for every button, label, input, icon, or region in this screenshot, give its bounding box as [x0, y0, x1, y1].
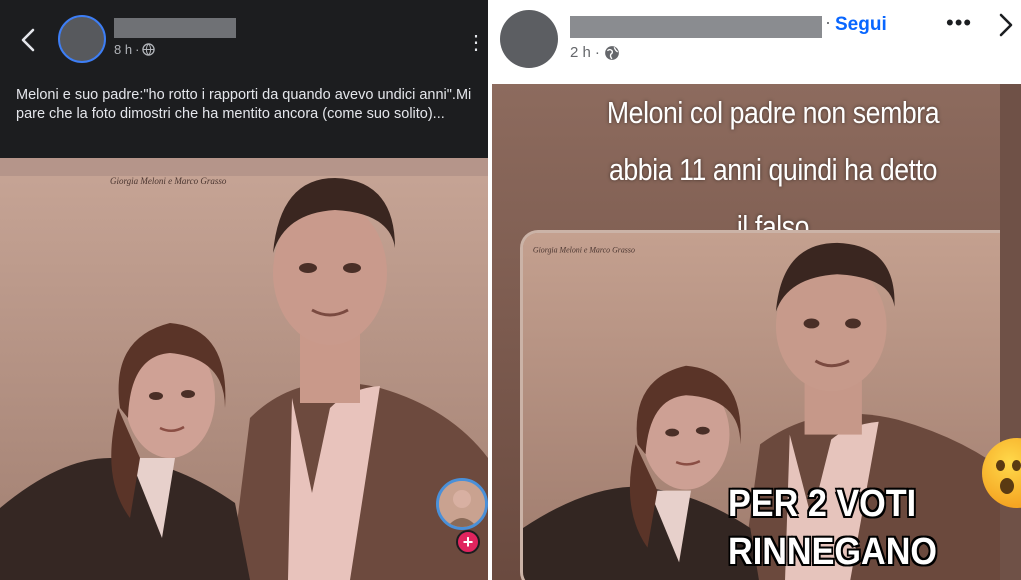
chevron-left-icon [21, 28, 35, 52]
add-reel-button[interactable]: + [456, 530, 480, 554]
meme-banner-text: PER 2 VOTI RINNEGANO [728, 480, 998, 576]
author-avatar[interactable] [58, 15, 106, 63]
back-button[interactable] [14, 24, 42, 56]
banner-line: PER 2 VOTI [728, 483, 917, 525]
left-post-header: 8 h · ⋮ [0, 0, 488, 80]
close-button[interactable] [998, 12, 1020, 40]
post-photo[interactable]: Giorgia Meloni e Marco Grasso [0, 158, 488, 580]
post-time: 8 h [114, 42, 133, 57]
separator-dot: · [825, 12, 831, 32]
overlay-line: abbia 11 anni quindi ha detto [609, 152, 937, 187]
more-options-icon[interactable]: ••• [946, 10, 972, 36]
more-options-icon[interactable]: ⋮ [466, 30, 487, 55]
photo-caption: Giorgia Meloni e Marco Grasso [533, 246, 635, 255]
right-post-panel: · Segui 2 h · ••• Meloni col padre non s… [492, 0, 1021, 580]
follow-button[interactable]: Segui [835, 14, 887, 36]
overlay-line: Meloni col padre non sembra [606, 95, 940, 130]
author-name-redacted [570, 16, 822, 38]
banner-line: RINNEGANO [728, 531, 938, 573]
reel-thumbnail [436, 478, 488, 530]
globe-icon [605, 45, 619, 60]
chevron-right-icon [999, 13, 1013, 37]
left-post-panel: 8 h · ⋮ Meloni e suo padre:"ho rotto i r… [0, 0, 488, 580]
author-name-redacted [114, 18, 236, 38]
reel-thumbnail-image [439, 481, 485, 527]
photo-image: Giorgia Meloni e Marco Grasso [0, 158, 488, 580]
photo-caption: Giorgia Meloni e Marco Grasso [110, 176, 227, 186]
globe-icon [142, 43, 156, 56]
post-meta: 8 h · [114, 42, 156, 57]
author-avatar[interactable] [500, 10, 558, 68]
post-caption: Meloni e suo padre:"ho rotto i rapporti … [16, 87, 472, 122]
reel-badge[interactable]: + [436, 478, 488, 554]
post-meta: 2 h · [570, 44, 620, 61]
post-time: 2 h [570, 44, 591, 61]
